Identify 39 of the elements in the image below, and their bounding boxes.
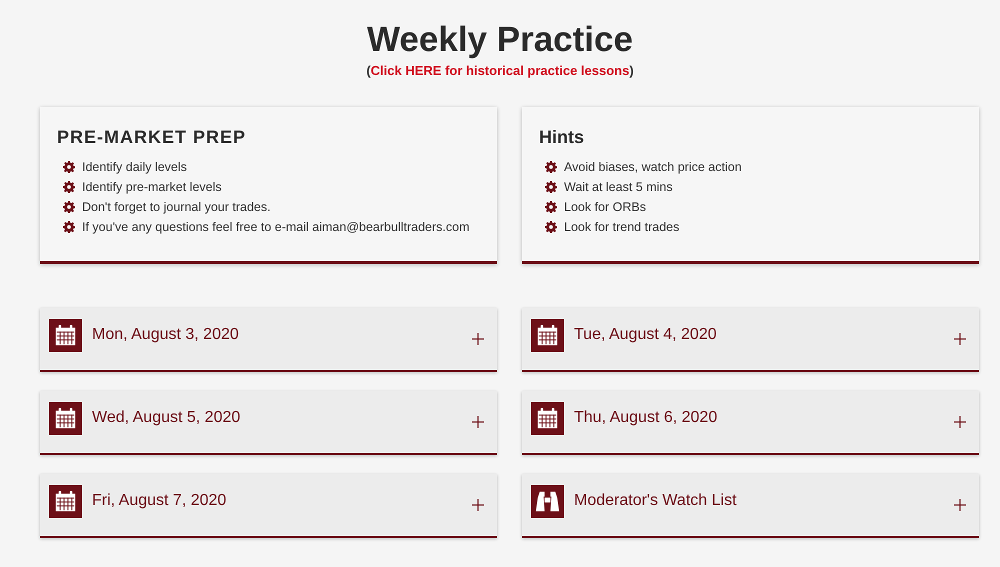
list-item-text: Don't forget to journal your trades. bbox=[82, 200, 271, 214]
calendar-icon bbox=[49, 402, 82, 434]
history-note: (Click HERE for historical practice lessons) bbox=[366, 63, 634, 78]
accordion-title: Thu, August 6, 2020 bbox=[574, 409, 718, 427]
list-item-text: Identify pre-market levels bbox=[82, 180, 222, 194]
accordion-title: Tue, August 4, 2020 bbox=[574, 326, 717, 344]
accordion-title: Fri, August 7, 2020 bbox=[92, 492, 226, 510]
accordion-header[interactable]: Fri, August 7, 2020 bbox=[40, 474, 497, 538]
gear-icon bbox=[545, 221, 557, 233]
calendar-icon bbox=[49, 318, 82, 352]
calendar-icon bbox=[531, 402, 564, 434]
page-title: Weekly Practice bbox=[366, 20, 634, 60]
gear-icon bbox=[545, 201, 557, 213]
binoculars-icon bbox=[531, 484, 564, 518]
list-item-text: Wait at least 5 mins bbox=[564, 180, 673, 194]
list-item-text: Look for ORBs bbox=[564, 200, 646, 214]
gear-icon bbox=[63, 201, 75, 213]
accordion-header[interactable]: Wed, August 5, 2020 bbox=[40, 391, 497, 455]
list-item-text: If you've any questions feel free to e-mail aiman@bearbulltraders.com bbox=[82, 220, 470, 234]
calendar-icon bbox=[49, 484, 82, 518]
accordion-title: Wed, August 5, 2020 bbox=[92, 409, 240, 427]
list-item-text: Look for trend trades bbox=[564, 220, 680, 234]
calendar-icon bbox=[531, 318, 564, 352]
accordion-title: Moderator's Watch List bbox=[574, 492, 737, 510]
history-link[interactable]: Click HERE for historical practice lessons bbox=[370, 63, 630, 78]
list-item-text: Avoid biases, watch price action bbox=[564, 160, 742, 174]
accordion-header[interactable]: Thu, August 6, 2020 bbox=[522, 391, 979, 455]
accordion-header[interactable]: Tue, August 4, 2020 bbox=[522, 308, 979, 372]
gear-icon bbox=[545, 161, 557, 173]
list-item-text: Identify daily levels bbox=[82, 160, 187, 174]
accordion-header[interactable]: Moderator's Watch List bbox=[522, 474, 979, 538]
gear-icon bbox=[63, 181, 75, 193]
gear-icon bbox=[545, 181, 557, 193]
gear-icon bbox=[63, 161, 75, 173]
gear-icon bbox=[63, 221, 75, 233]
accordion-header[interactable]: Mon, August 3, 2020 bbox=[40, 308, 497, 372]
accordion-title: Mon, August 3, 2020 bbox=[92, 326, 239, 344]
card-title: Hints bbox=[539, 127, 584, 148]
card-title: PRE-MARKET PREP bbox=[57, 127, 246, 148]
